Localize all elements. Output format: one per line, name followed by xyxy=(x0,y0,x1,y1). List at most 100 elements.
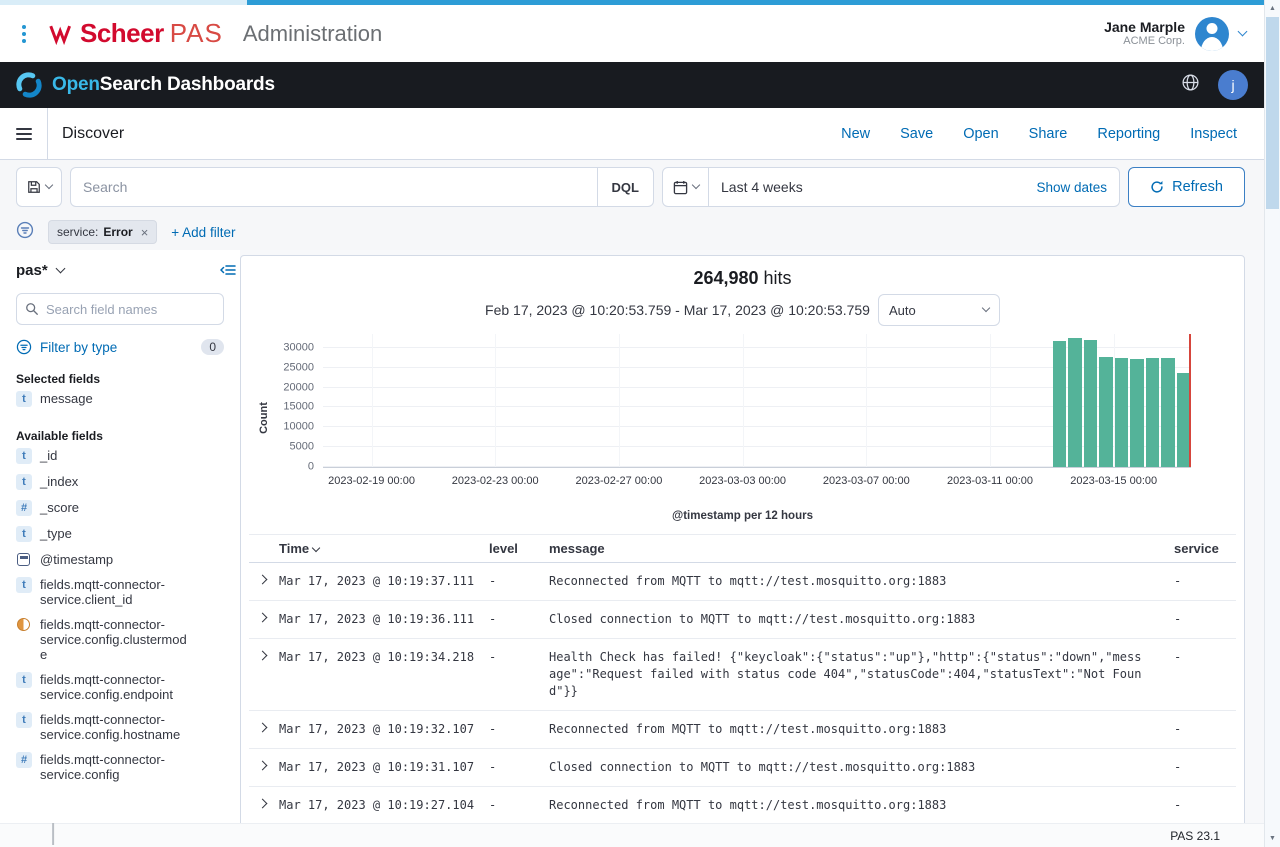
field-item[interactable]: fields.mqtt-connector-service.config.end… xyxy=(16,667,224,707)
cell-level: - xyxy=(485,787,545,823)
scroll-down-button[interactable]: ▼ xyxy=(1265,830,1280,847)
hamburger-menu-icon[interactable] xyxy=(0,108,48,159)
cell-message: Reconnected from MQTT to mqtt://test.mos… xyxy=(545,563,1150,600)
results-panel: 264,980 hits Feb 17, 2023 @ 10:20:53.759… xyxy=(240,255,1245,823)
filter-type-count-badge: 0 xyxy=(201,339,224,355)
cell-message: Closed connection to MQTT to mqtt://test… xyxy=(545,601,1150,638)
nav-action-link[interactable]: Share xyxy=(1029,126,1068,142)
hits-count: 264,980 hits xyxy=(249,266,1236,290)
field-item[interactable]: message xyxy=(16,386,224,412)
chevron-right-icon xyxy=(257,723,267,733)
chevron-right-icon xyxy=(257,799,267,809)
field-name: message xyxy=(40,391,93,406)
available-fields-list: _id _index _score xyxy=(16,443,224,787)
field-search-input[interactable] xyxy=(46,302,215,317)
header-expander-col xyxy=(249,535,275,562)
app-menu-icon[interactable] xyxy=(14,25,34,43)
user-menu[interactable]: Jane Marple ACME Corp. xyxy=(1104,17,1246,51)
user-avatar-icon[interactable] xyxy=(1195,17,1229,51)
expand-row-button[interactable] xyxy=(249,601,275,638)
index-pattern-caret-icon xyxy=(55,264,65,274)
field-type-icon xyxy=(16,752,32,768)
user-menu-caret-icon[interactable] xyxy=(1238,27,1248,37)
search-input[interactable] xyxy=(83,168,597,206)
field-item[interactable]: _type xyxy=(16,521,224,547)
brand-divider: | xyxy=(50,819,56,847)
field-name: _id xyxy=(40,448,57,463)
cell-message: Reconnected from MQTT to mqtt://test.mos… xyxy=(545,711,1150,748)
expand-row-button[interactable] xyxy=(249,749,275,786)
table-header: Time level message service xyxy=(249,534,1236,563)
filter-icon[interactable] xyxy=(16,221,34,244)
cell-service: - xyxy=(1150,749,1236,786)
nav-action-link[interactable]: Inspect xyxy=(1190,126,1237,142)
saved-query-button[interactable] xyxy=(16,167,62,207)
field-name: _index xyxy=(40,474,78,489)
header-time[interactable]: Time xyxy=(275,535,485,562)
nav-action-link[interactable]: Reporting xyxy=(1097,126,1160,142)
field-item[interactable]: fields.mqtt-connector-service.config.clu… xyxy=(16,612,224,667)
histogram-plot[interactable]: 0500010000150002000025000300002023-02-19… xyxy=(323,334,1191,468)
expand-row-button[interactable] xyxy=(249,787,275,823)
opensearch-header: OpenSearch Dashboards j xyxy=(0,62,1264,108)
results-table: Time level message service Mar 17, 2023 … xyxy=(249,534,1236,823)
filter-type-icon xyxy=(16,339,32,355)
expand-row-button[interactable] xyxy=(249,711,275,748)
field-item[interactable]: fields.mqtt-connector-service.client_id xyxy=(16,572,224,612)
field-item[interactable]: _index xyxy=(16,469,224,495)
filter-pill[interactable]: service: Error × xyxy=(48,220,157,244)
nav-action-link[interactable]: Save xyxy=(900,126,933,142)
opensearch-logo[interactable]: OpenSearch Dashboards xyxy=(16,72,275,98)
expand-row-button[interactable] xyxy=(249,639,275,710)
expand-row-button[interactable] xyxy=(249,563,275,600)
field-item[interactable]: fields.mqtt-connector-service.config xyxy=(16,747,224,787)
scroll-up-button[interactable]: ▲ xyxy=(1265,0,1280,17)
vertical-scrollbar[interactable]: ▲ ▼ xyxy=(1264,0,1280,847)
table-row: Mar 17, 2023 @ 10:19:27.104 - Reconnecte… xyxy=(249,787,1236,823)
field-name: fields.mqtt-connector-service.config xyxy=(40,752,192,782)
header-level[interactable]: level xyxy=(485,535,545,562)
header-message[interactable]: message xyxy=(545,535,1150,562)
hits-label: hits xyxy=(764,268,792,288)
interval-select[interactable]: Auto xyxy=(878,294,1000,326)
screen: Scheer | PAS Administration Jane Marple … xyxy=(0,0,1280,847)
collapse-sidebar-icon[interactable] xyxy=(220,262,236,283)
query-language-button[interactable]: DQL xyxy=(597,168,653,206)
nav-action-link[interactable]: Open xyxy=(963,126,998,142)
scheer-mark-icon xyxy=(48,23,72,45)
app-header: Scheer | PAS Administration Jane Marple … xyxy=(0,5,1264,62)
table-row: Mar 17, 2023 @ 10:19:32.107 - Reconnecte… xyxy=(249,711,1236,749)
filter-remove-icon[interactable]: × xyxy=(141,225,149,240)
field-name: fields.mqtt-connector-service.config.end… xyxy=(40,672,192,702)
query-bar: DQL Last 4 weeks Show dates Refresh xyxy=(0,160,1264,214)
chart-time-range: Feb 17, 2023 @ 10:20:53.759 - Mar 17, 20… xyxy=(485,302,870,318)
breadcrumb[interactable]: Discover xyxy=(62,125,124,143)
header-service[interactable]: service xyxy=(1150,535,1236,562)
filter-field: service: xyxy=(57,225,98,239)
time-range-value[interactable]: Last 4 weeks xyxy=(709,179,803,195)
opensearch-header-actions: j xyxy=(1181,70,1248,100)
calendar-caret-icon xyxy=(691,181,699,189)
osd-user-avatar[interactable]: j xyxy=(1218,70,1248,100)
sort-desc-icon[interactable] xyxy=(312,544,320,552)
add-filter-button[interactable]: + Add filter xyxy=(171,225,235,240)
scrollbar-thumb[interactable] xyxy=(1266,17,1279,209)
page: Scheer | PAS Administration Jane Marple … xyxy=(0,0,1264,847)
field-type-icon xyxy=(16,577,32,593)
cell-service: - xyxy=(1150,711,1236,748)
calendar-button[interactable] xyxy=(663,168,709,206)
nav-action-link[interactable]: New xyxy=(841,126,870,142)
save-query-caret-icon xyxy=(44,181,52,189)
field-type-icon xyxy=(16,474,32,490)
field-item[interactable]: fields.mqtt-connector-service.config.hos… xyxy=(16,707,224,747)
user-name: Jane Marple xyxy=(1104,19,1185,36)
field-item[interactable]: @timestamp xyxy=(16,547,224,572)
globe-icon[interactable] xyxy=(1181,73,1200,97)
opensearch-mark-icon xyxy=(16,72,42,98)
field-item[interactable]: _score xyxy=(16,495,224,521)
index-pattern-selector[interactable]: pas* xyxy=(16,262,64,279)
filter-by-type-button[interactable]: Filter by type 0 xyxy=(16,339,224,355)
field-item[interactable]: _id xyxy=(16,443,224,469)
show-dates-button[interactable]: Show dates xyxy=(1036,180,1119,195)
refresh-button[interactable]: Refresh xyxy=(1128,167,1245,207)
